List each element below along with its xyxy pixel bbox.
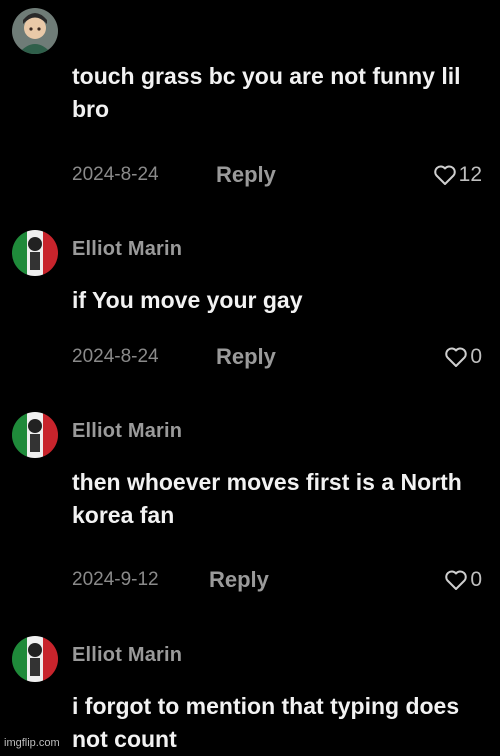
like-button[interactable]: 12	[433, 160, 482, 190]
avatar[interactable]	[12, 636, 58, 682]
watermark: imgflip.com	[4, 737, 60, 749]
like-button[interactable]: 0	[444, 342, 482, 372]
comment-date: 2024-8-24	[72, 164, 159, 185]
heart-outline-icon	[445, 347, 468, 367]
comment-meta: 2024-9-12 Reply 0	[72, 565, 482, 595]
like-count: 0	[470, 568, 482, 591]
profile-avatar-icon	[12, 230, 58, 276]
profile-avatar-icon	[12, 636, 58, 682]
comment-text: if You move your gay	[72, 287, 303, 313]
like-button[interactable]: 0	[444, 565, 482, 595]
heart-outline-icon	[445, 570, 468, 590]
comment-username[interactable]: Elliot Marin	[72, 238, 182, 261]
comment-meta: 2024-8-24 Reply 0	[72, 342, 482, 372]
comment-text: then whoever moves first is a North kore…	[72, 469, 462, 528]
reply-button[interactable]: Reply	[216, 160, 276, 190]
profile-avatar-icon	[12, 8, 58, 54]
profile-avatar-icon	[12, 412, 58, 458]
reply-button[interactable]: Reply	[209, 565, 269, 595]
comment-date: 2024-8-24	[72, 346, 159, 367]
comment-meta: 2024-8-24 Reply 12	[72, 160, 482, 190]
avatar[interactable]	[12, 230, 58, 276]
comment-date: 2024-9-12	[72, 569, 159, 590]
heart-outline-icon	[433, 165, 456, 185]
avatar[interactable]	[12, 8, 58, 54]
like-count: 12	[458, 163, 482, 186]
like-count: 0	[470, 345, 482, 368]
comment-username[interactable]: Elliot Marin	[72, 420, 182, 443]
comment-username[interactable]: Elliot Marin	[72, 644, 182, 667]
comment-text: i forgot to mention that typing does not…	[72, 693, 460, 752]
reply-button[interactable]: Reply	[216, 342, 276, 372]
comment-text: touch grass bc you are not funny lil bro	[72, 63, 461, 122]
avatar[interactable]	[12, 412, 58, 458]
